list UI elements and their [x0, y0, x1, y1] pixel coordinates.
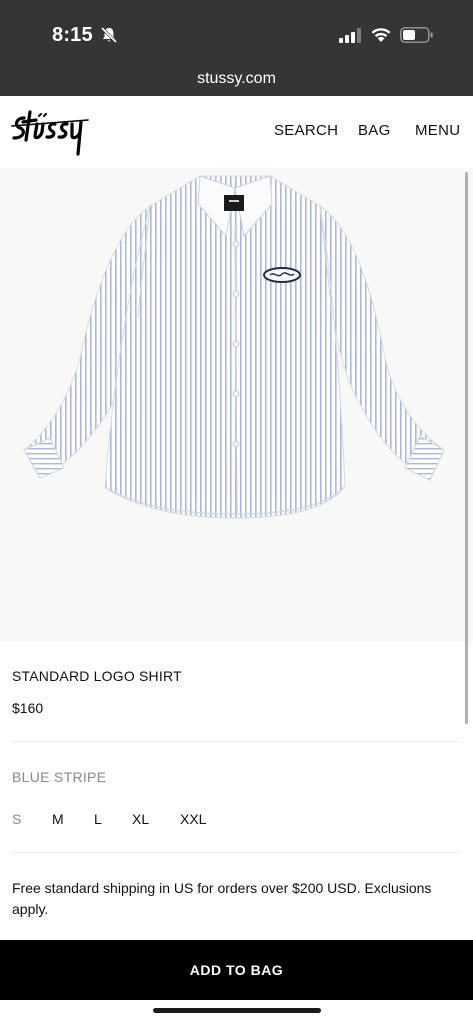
- url-bar[interactable]: stussy.com: [0, 62, 473, 96]
- product-color: BLUE STRIPE: [12, 769, 107, 785]
- size-option-s[interactable]: S: [12, 811, 21, 827]
- product-name: STANDARD LOGO SHIRT: [12, 668, 182, 684]
- divider: [12, 741, 461, 742]
- add-to-bag-button[interactable]: ADD TO BAG: [0, 940, 473, 1000]
- product-image[interactable]: [0, 168, 473, 642]
- size-option-m[interactable]: M: [52, 811, 64, 827]
- nav-bag[interactable]: BAG: [358, 122, 391, 139]
- divider: [12, 852, 461, 853]
- nav-menu[interactable]: MENU: [415, 122, 460, 139]
- size-option-xxl[interactable]: XXL: [180, 811, 206, 827]
- page-scrollbar[interactable]: [465, 172, 468, 724]
- size-option-l[interactable]: L: [94, 811, 102, 827]
- status-time: 8:15: [52, 24, 93, 46]
- signal-icon: [339, 28, 361, 43]
- home-indicator[interactable]: [153, 1008, 321, 1013]
- product-price: $160: [12, 700, 44, 716]
- site-header: SEARCH BAG MENU: [0, 96, 473, 168]
- bell-slash-icon: [100, 26, 118, 44]
- stussy-logo[interactable]: [10, 104, 90, 160]
- battery-icon: [400, 27, 433, 43]
- shipping-note: Free standard shipping in US for orders …: [12, 880, 432, 917]
- nav-search[interactable]: SEARCH: [274, 122, 338, 139]
- shirt-illustration: [23, 175, 445, 519]
- size-option-xl[interactable]: XL: [132, 811, 149, 827]
- status-bar: 8:15: [0, 0, 473, 62]
- wifi-icon: [371, 28, 391, 42]
